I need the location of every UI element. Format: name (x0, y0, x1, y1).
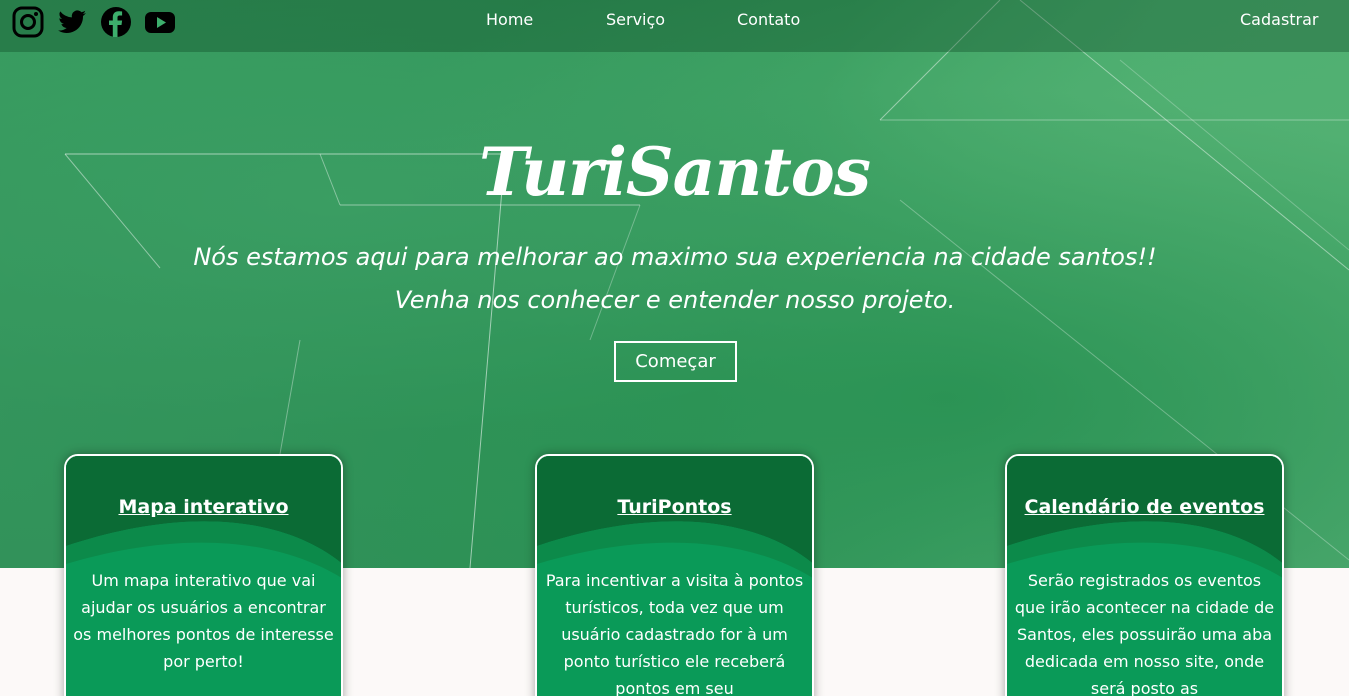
nav-home-link[interactable]: Home (486, 10, 533, 29)
card-text: Para incentivar a visita à pontos turíst… (545, 571, 804, 696)
card-title[interactable]: Mapa interativo (66, 496, 341, 518)
facebook-icon[interactable] (100, 6, 132, 38)
nav-contact-link[interactable]: Contato (737, 10, 800, 29)
hero-title: TuriSantos (479, 133, 871, 211)
hero-subtitle: Nós estamos aqui para melhorar ao maximo… (193, 243, 1157, 314)
social-links (12, 6, 176, 38)
twitter-icon[interactable] (56, 6, 88, 38)
start-button[interactable]: Começar (614, 341, 737, 382)
instagram-icon[interactable] (12, 6, 44, 38)
youtube-icon[interactable] (144, 6, 176, 38)
nav-service-link[interactable]: Serviço (606, 10, 665, 29)
feature-card-calendar: Calendário de eventos Serão registrados … (1005, 454, 1284, 696)
top-navigation-bar: Home Serviço Contato Cadastrar (0, 0, 1349, 52)
card-text: Um mapa interativo que vai ajudar os usu… (73, 571, 334, 671)
card-title[interactable]: TuriPontos (537, 496, 812, 518)
feature-card-map: Mapa interativo Um mapa interativo que v… (64, 454, 343, 696)
nav-signup-link[interactable]: Cadastrar (1240, 10, 1319, 29)
feature-card-turipontos: TuriPontos Para incentivar a visita à po… (535, 454, 814, 696)
card-text: Serão registrados os eventos que irão ac… (1014, 571, 1275, 696)
card-title[interactable]: Calendário de eventos (1007, 496, 1282, 518)
